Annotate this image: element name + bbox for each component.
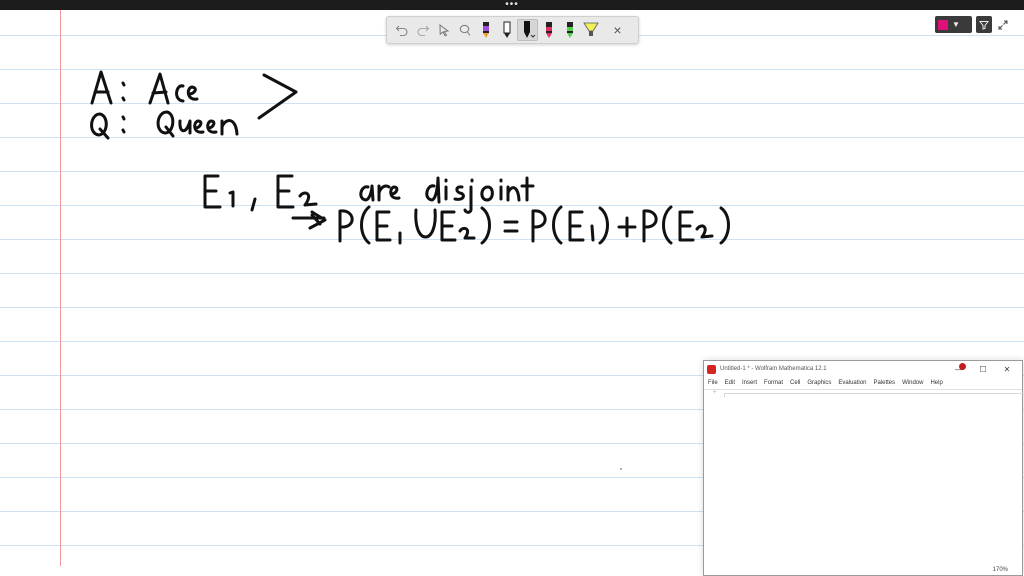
highlighter-yellow-icon <box>582 22 599 36</box>
maximize-button[interactable]: ☐ <box>971 365 995 374</box>
pen-green-icon <box>566 22 573 38</box>
mathematica-window-title: Untitled-1 * - Wolfram Mathematica 12.1 <box>720 366 827 372</box>
pen-black-outline-icon <box>503 21 510 38</box>
pen-purple-icon <box>482 22 489 38</box>
mathematica-menubar: File Edit Insert Format Cell Graphics Ev… <box>704 377 1022 389</box>
top-system-bar: ••• <box>0 0 1024 10</box>
expand-arrows-icon <box>998 20 1008 29</box>
undo-button[interactable] <box>391 19 412 41</box>
mathematica-window[interactable]: Untitled-1 * - Wolfram Mathematica 12.1 … <box>703 360 1024 576</box>
pen-purple-button[interactable] <box>475 19 496 41</box>
current-color-swatch <box>938 19 948 30</box>
pen-black-icon <box>523 21 535 38</box>
pen-green-button[interactable] <box>559 19 580 41</box>
close-window-button[interactable]: ✕ <box>995 365 1019 374</box>
cell-insert-button[interactable]: + <box>713 390 717 396</box>
undo-icon <box>395 25 408 37</box>
close-icon: × <box>613 22 622 38</box>
select-tool-button[interactable] <box>433 19 454 41</box>
menu-edit[interactable]: Edit <box>725 380 735 386</box>
menu-evaluation[interactable]: Evaluation <box>838 380 866 386</box>
more-options-icon[interactable]: ••• <box>505 0 519 10</box>
pen-red-button[interactable] <box>538 19 559 41</box>
drawing-toolbar: × <box>386 16 639 44</box>
lasso-tool-button[interactable] <box>454 19 475 41</box>
menu-cell[interactable]: Cell <box>790 380 800 386</box>
zoom-level[interactable]: 170% <box>993 567 1008 573</box>
chevron-down-icon: ▼ <box>952 20 960 29</box>
pen-black-button[interactable] <box>517 19 538 41</box>
expand-button[interactable] <box>996 16 1010 33</box>
pin-icon[interactable] <box>959 363 966 370</box>
highlighter-button[interactable] <box>580 19 601 41</box>
menu-file[interactable]: File <box>708 380 718 386</box>
menu-format[interactable]: Format <box>764 380 783 386</box>
mathematica-statusbar: 170% <box>704 565 1022 575</box>
ink-color-picker[interactable]: ▼ <box>935 16 972 33</box>
menu-graphics[interactable]: Graphics <box>807 380 831 386</box>
funnel-icon <box>979 20 989 30</box>
mathematica-titlebar[interactable]: Untitled-1 * - Wolfram Mathematica 12.1 … <box>704 361 1022 377</box>
page-margin-line <box>60 10 61 566</box>
pen-outline-button[interactable] <box>496 19 517 41</box>
menu-insert[interactable]: Insert <box>742 380 757 386</box>
menu-help[interactable]: Help <box>930 380 942 386</box>
redo-button[interactable] <box>412 19 433 41</box>
redo-icon <box>416 25 429 37</box>
select-pointer-icon <box>438 23 449 37</box>
menu-palettes[interactable]: Palettes <box>873 380 895 386</box>
pen-red-icon <box>545 22 552 38</box>
mathematica-app-icon <box>707 364 716 374</box>
notebook-area[interactable]: + <box>704 389 1024 565</box>
cell-insertion-line <box>724 393 1024 397</box>
close-toolbar-button[interactable]: × <box>607 19 628 41</box>
stray-ink-dot <box>620 468 622 470</box>
menu-window[interactable]: Window <box>902 380 923 386</box>
lasso-icon <box>459 24 470 36</box>
filter-button[interactable] <box>976 16 992 33</box>
